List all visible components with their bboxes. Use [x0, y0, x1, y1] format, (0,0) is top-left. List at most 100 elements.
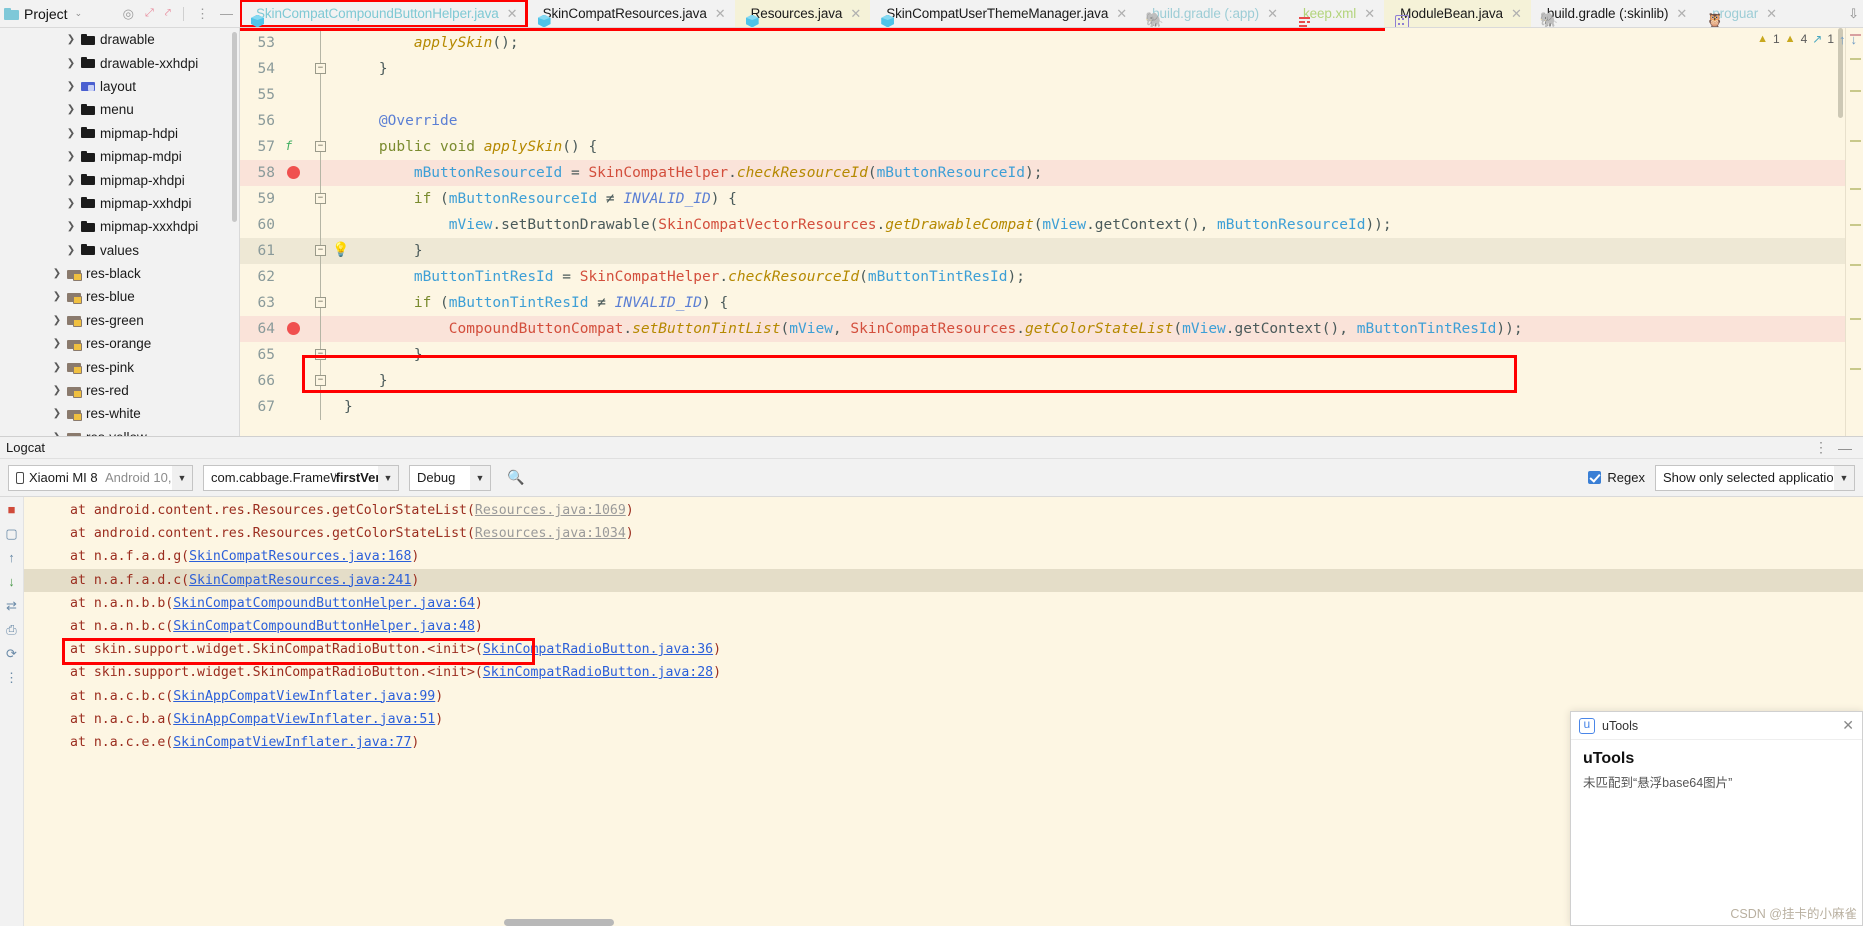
logcat-row-4[interactable]: at n.a.n.b.b(SkinCompatCompoundButtonHel… [24, 592, 1863, 615]
logcat-source-link[interactable]: Resources.java:1069 [475, 503, 626, 518]
code-line-65[interactable]: 65 − } [240, 342, 1863, 368]
gutter-marks[interactable] [282, 160, 308, 186]
chevron-down-icon[interactable]: ▼ [470, 465, 490, 490]
device-selector[interactable]: Xiaomi MI 8 Lite Android 10, AP ▼ [8, 464, 193, 491]
logcat-row-3[interactable]: at n.a.f.a.d.c(SkinCompatResources.java:… [24, 568, 1863, 592]
chevron-right-icon[interactable]: ❯ [66, 198, 76, 209]
fold-gutter[interactable]: − [308, 56, 336, 82]
logcat-source-link[interactable]: SkinAppCompatViewInflater.java:99 [173, 689, 435, 704]
intention-bulb-icon[interactable]: 💡 [332, 242, 349, 258]
minimize-icon[interactable]: — [1833, 440, 1857, 456]
next-problem-icon[interactable]: ↓ [1851, 32, 1858, 47]
close-icon[interactable]: ✕ [1842, 717, 1854, 734]
fold-gutter[interactable]: − [308, 186, 336, 212]
logcat-row-2[interactable]: at n.a.f.a.d.g(SkinCompatResources.java:… [24, 545, 1863, 568]
fold-gutter[interactable]: − [308, 342, 336, 368]
gutter-marks[interactable] [282, 186, 308, 212]
breakpoint-icon[interactable] [287, 322, 300, 335]
fold-gutter[interactable] [308, 108, 336, 134]
search-icon[interactable]: 🔍 [501, 469, 531, 486]
target-icon[interactable]: ◎ [120, 6, 137, 22]
fold-gutter[interactable] [308, 82, 336, 108]
prev-problem-icon[interactable]: ↑ [1839, 32, 1846, 47]
tree-item-layout[interactable]: ❯ layout [0, 75, 239, 98]
tree-item-mipmap-xxxhdpi[interactable]: ❯ mipmap-xxxhdpi [0, 215, 239, 238]
close-icon[interactable]: ✕ [1267, 6, 1278, 22]
code-line-67[interactable]: 67} [240, 394, 1863, 420]
chevron-right-icon[interactable]: ❯ [66, 104, 76, 115]
code-line-57[interactable]: 57 f − public void applySkin() { [240, 134, 1863, 160]
fold-gutter[interactable] [308, 264, 336, 290]
chevron-down-icon[interactable]: ▼ [1834, 465, 1854, 490]
gutter-marks[interactable] [282, 368, 308, 394]
gutter-marks[interactable] [282, 108, 308, 134]
code-line-61[interactable]: 61 − 💡 } [240, 238, 1863, 264]
tree-item-mipmap-mdpi[interactable]: ❯ mipmap-mdpi [0, 145, 239, 168]
fold-gutter[interactable] [308, 394, 336, 420]
regex-checkbox[interactable] [1588, 471, 1602, 484]
tree-item-drawable-xxhdpi[interactable]: ❯ drawable-xxhdpi [0, 51, 239, 74]
utools-popup[interactable]: uTools ✕ uTools 未匹配到“悬浮base64图片” [1570, 711, 1863, 926]
logcat-source-link[interactable]: SkinCompatResources.java:241 [189, 573, 411, 588]
code-line-63[interactable]: 63 − if (mButtonTintResId ≠ INVALID_ID) { [240, 290, 1863, 316]
regex-checkbox-wrapper[interactable]: Regex [1588, 470, 1645, 485]
gutter-marks[interactable] [282, 264, 308, 290]
logcat-row-7[interactable]: at skin.support.widget.SkinCompatRadioBu… [24, 661, 1863, 684]
fold-gutter[interactable]: − [308, 134, 336, 160]
chevron-right-icon[interactable]: ❯ [66, 175, 76, 186]
editor-tab-1[interactable]: SkinCompatResources.java ✕ [527, 0, 735, 27]
gutter-marks[interactable] [282, 56, 308, 82]
editor-tab-7[interactable]: build.gradle (:skinlib) ✕ [1531, 0, 1696, 27]
tree-item-menu[interactable]: ❯ menu [0, 98, 239, 121]
fold-toggle-icon[interactable]: − [315, 63, 326, 74]
editor-tab-3[interactable]: SkinCompatUserThemeManager.java ✕ [870, 0, 1136, 27]
logcat-horizontal-scrollbar[interactable] [504, 919, 614, 926]
wrap-icon[interactable]: ⇄ [6, 599, 17, 612]
close-icon[interactable]: ✕ [850, 6, 861, 22]
chevron-right-icon[interactable]: ❯ [52, 362, 62, 373]
fold-toggle-icon[interactable]: − [315, 193, 326, 204]
chevron-right-icon[interactable]: ❯ [66, 81, 76, 92]
tree-scrollbar[interactable] [232, 32, 237, 222]
override-method-icon[interactable]: f [285, 139, 292, 153]
tree-item-mipmap-xhdpi[interactable]: ❯ mipmap-xhdpi [0, 168, 239, 191]
editor-tab-2[interactable]: Resources.java ✕ [734, 0, 871, 27]
code-editor[interactable]: 53 applySkin(); 54− } 55 56 @Override 57 f − p… [240, 28, 1863, 436]
logcat-source-link[interactable]: SkinCompatViewInflater.java:77 [173, 735, 411, 750]
chevron-down-icon[interactable]: ⌄ [75, 8, 83, 19]
tree-item-res-orange[interactable]: ❯ res-orange [0, 332, 239, 355]
chevron-down-icon[interactable]: ▼ [172, 465, 192, 490]
fold-toggle-icon[interactable]: − [315, 297, 326, 308]
logcat-source-link[interactable]: Resources.java:1034 [475, 526, 626, 541]
chevron-right-icon[interactable]: ❯ [52, 385, 62, 396]
code-line-53[interactable]: 53 applySkin(); [240, 30, 1863, 56]
fold-toggle-icon[interactable]: − [315, 141, 326, 152]
fold-gutter[interactable] [308, 160, 336, 186]
gutter-marks[interactable] [282, 394, 308, 420]
logcat-row-6[interactable]: at skin.support.widget.SkinCompatRadioBu… [24, 638, 1863, 661]
fold-gutter[interactable] [308, 212, 336, 238]
close-icon[interactable]: ✕ [1766, 6, 1777, 22]
gutter-marks[interactable]: f [282, 134, 308, 160]
code-line-66[interactable]: 66 − } [240, 368, 1863, 394]
code-line-54[interactable]: 54 − } [240, 56, 1863, 82]
code-line-56[interactable]: 56 @Override [240, 108, 1863, 134]
editor-tab-4[interactable]: build.gradle (:app) ✕ [1136, 0, 1287, 27]
clear-icon[interactable]: ■ [8, 503, 16, 516]
editor-tab-5[interactable]: keep.xml ✕ [1287, 0, 1384, 27]
gutter-marks[interactable] [282, 30, 308, 56]
editor-marker-strip[interactable] [1845, 28, 1863, 436]
tree-item-res-red[interactable]: ❯ res-red [0, 379, 239, 402]
code-line-60[interactable]: 60 mView.setButtonDrawable(SkinCompatVec… [240, 212, 1863, 238]
logcat-source-link[interactable]: SkinCompatCompoundButtonHelper.java:48 [173, 619, 475, 634]
code-line-58[interactable]: 58 mButtonResourceId = SkinCompatHelper.… [240, 160, 1863, 186]
tree-item-values[interactable]: ❯ values [0, 239, 239, 262]
fold-toggle-icon[interactable]: − [315, 245, 326, 256]
code-line-55[interactable]: 55 [240, 82, 1863, 108]
process-selector[interactable]: com.cabbage.FrameWork. firstVers ▼ [203, 464, 399, 491]
chevron-right-icon[interactable]: ❯ [52, 291, 62, 302]
editor-tab-0[interactable]: SkinCompatCompoundButtonHelper.java ✕ [240, 0, 528, 27]
logcat-source-link[interactable]: SkinCompatResources.java:168 [189, 549, 411, 564]
logcat-row-5[interactable]: at n.a.n.b.c(SkinCompatCompoundButtonHel… [24, 615, 1863, 638]
gutter-marks[interactable] [282, 290, 308, 316]
